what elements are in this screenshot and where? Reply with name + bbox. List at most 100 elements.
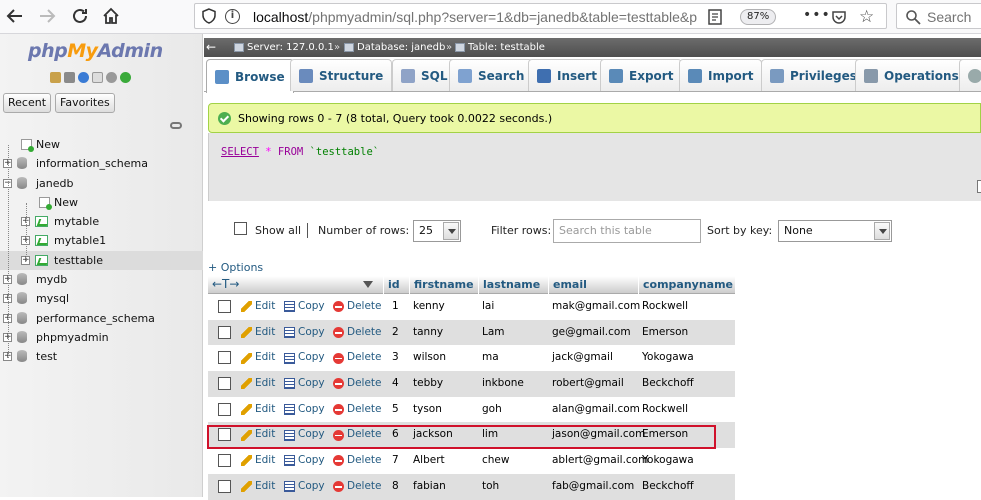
tree-item-label[interactable]: janedb bbox=[36, 174, 74, 193]
copy-label[interactable]: Copy bbox=[298, 371, 325, 397]
copy-row-link[interactable]: Copy bbox=[284, 397, 325, 423]
edit-row-link[interactable]: Edit bbox=[241, 294, 275, 320]
show-all-label[interactable]: Show all bbox=[255, 224, 301, 237]
options-link[interactable]: + Options bbox=[208, 261, 263, 274]
cell-companyname[interactable]: Yokogawa bbox=[638, 448, 694, 474]
delete-row-link[interactable]: Delete bbox=[333, 320, 382, 346]
back-arrow-icon[interactable] bbox=[2, 4, 28, 28]
row-checkbox[interactable] bbox=[218, 325, 231, 339]
row-checkbox[interactable] bbox=[218, 479, 231, 493]
cell-companyname[interactable]: Beckchoff bbox=[638, 474, 694, 500]
tree-item-label[interactable]: mytable bbox=[54, 212, 99, 231]
cell-email[interactable]: robert@gmail bbox=[548, 371, 624, 397]
delete-label[interactable]: Delete bbox=[347, 371, 382, 397]
zoom-level-badge[interactable]: 87% bbox=[740, 9, 777, 25]
address-bar[interactable]: i localhost/phpmyadmin/sql.php?server=1&… bbox=[194, 3, 887, 29]
cell-email[interactable]: jason@gmail.com bbox=[548, 422, 645, 448]
row-checkbox[interactable] bbox=[218, 300, 231, 313]
copy-row-link[interactable]: Copy bbox=[284, 371, 325, 397]
edit-label[interactable]: Edit bbox=[255, 320, 275, 346]
cell-id[interactable]: 2 bbox=[388, 320, 399, 346]
cell-firstname[interactable]: fabian bbox=[409, 474, 446, 500]
sort-by-key-select[interactable]: None bbox=[778, 220, 892, 242]
delete-row-link[interactable]: Delete bbox=[333, 422, 382, 448]
phpmyadmin-logo[interactable]: phpMyAdmin bbox=[28, 40, 163, 62]
reload-navigation-icon[interactable] bbox=[120, 72, 131, 83]
reader-view-icon[interactable] bbox=[707, 9, 723, 25]
tab-more[interactable] bbox=[959, 59, 981, 91]
delete-row-link[interactable]: Delete bbox=[333, 448, 382, 474]
tree-item-information-schema[interactable]: + information_schema bbox=[0, 154, 203, 173]
cell-firstname[interactable]: jackson bbox=[409, 422, 453, 448]
cell-firstname[interactable]: wilson bbox=[409, 345, 446, 371]
cell-lastname[interactable]: toh bbox=[478, 474, 499, 500]
documentation-icon[interactable] bbox=[92, 72, 103, 83]
column-header-email[interactable]: email bbox=[548, 276, 638, 294]
delete-row-link[interactable]: Delete bbox=[333, 371, 382, 397]
delete-label[interactable]: Delete bbox=[347, 448, 382, 474]
cell-id[interactable]: 3 bbox=[388, 345, 399, 371]
tree-item-new[interactable]: New bbox=[0, 193, 203, 212]
cell-email[interactable]: mak@gmail.com bbox=[548, 294, 640, 320]
delete-label[interactable]: Delete bbox=[347, 294, 382, 320]
home-icon[interactable] bbox=[98, 4, 124, 28]
edit-label[interactable]: Edit bbox=[255, 294, 275, 320]
tab-structure[interactable]: Structure bbox=[290, 59, 393, 91]
delete-label[interactable]: Delete bbox=[347, 422, 382, 448]
delete-row-link[interactable]: Delete bbox=[333, 345, 382, 371]
tree-item-label[interactable]: information_schema bbox=[36, 154, 148, 173]
row-checkbox[interactable] bbox=[218, 351, 231, 365]
cell-lastname[interactable]: goh bbox=[478, 397, 502, 423]
tree-item-label[interactable]: mydb bbox=[36, 270, 67, 289]
cell-id[interactable]: 7 bbox=[388, 448, 399, 474]
edit-label[interactable]: Edit bbox=[255, 345, 275, 371]
tree-item-label[interactable]: mytable1 bbox=[54, 231, 106, 250]
edit-label[interactable]: Edit bbox=[255, 397, 275, 423]
delete-row-link[interactable]: Delete bbox=[333, 397, 382, 423]
copy-label[interactable]: Copy bbox=[298, 474, 325, 500]
copy-row-link[interactable]: Copy bbox=[284, 422, 325, 448]
tab-import[interactable]: Import bbox=[679, 59, 763, 91]
pocket-icon[interactable] bbox=[831, 9, 847, 25]
tree-item-label[interactable]: New bbox=[36, 135, 60, 154]
column-header-companyname[interactable]: companyname bbox=[638, 276, 735, 294]
row-checkbox[interactable] bbox=[218, 402, 231, 416]
tab-sql[interactable]: SQL bbox=[392, 59, 457, 91]
row-checkbox[interactable] bbox=[218, 428, 231, 442]
cell-id[interactable]: 4 bbox=[388, 371, 399, 397]
tab-search[interactable]: Search bbox=[449, 59, 534, 91]
edit-row-link[interactable]: Edit bbox=[241, 448, 275, 474]
cell-email[interactable]: ablert@gmail.com bbox=[548, 448, 648, 474]
edit-label[interactable]: Edit bbox=[255, 371, 275, 397]
cell-lastname[interactable]: lai bbox=[478, 294, 494, 320]
cell-email[interactable]: fab@gmail.com bbox=[548, 474, 634, 500]
tree-item-new[interactable]: New bbox=[0, 135, 203, 154]
browser-search-box[interactable]: Search bbox=[896, 3, 981, 29]
tab-browse[interactable]: Browse bbox=[206, 59, 294, 93]
delete-label[interactable]: Delete bbox=[347, 474, 382, 500]
copy-label[interactable]: Copy bbox=[298, 320, 325, 346]
tree-item-mytable1[interactable]: + mytable1 bbox=[0, 231, 203, 250]
recent-tables-button[interactable]: Recent bbox=[3, 93, 52, 113]
tree-item-label[interactable]: New bbox=[54, 193, 78, 212]
tree-item-label[interactable]: phpmyadmin bbox=[36, 328, 109, 347]
cell-companyname[interactable]: Rockwell bbox=[638, 294, 688, 320]
tree-item-label[interactable]: test bbox=[36, 347, 57, 366]
column-header-lastname[interactable]: lastname bbox=[478, 276, 548, 294]
column-header-firstname[interactable]: firstname bbox=[409, 276, 478, 294]
tab-insert[interactable]: Insert bbox=[528, 59, 606, 91]
copy-row-link[interactable]: Copy bbox=[284, 294, 325, 320]
cell-id[interactable]: 5 bbox=[388, 397, 399, 423]
column-header-id[interactable]: id bbox=[383, 276, 409, 294]
cell-id[interactable]: 8 bbox=[388, 474, 399, 500]
cell-lastname[interactable]: lim bbox=[478, 422, 498, 448]
column-arrows-icon[interactable]: ←T→ bbox=[212, 277, 239, 291]
breadcrumb-database[interactable]: Database: janedb bbox=[344, 38, 445, 57]
copy-row-link[interactable]: Copy bbox=[284, 345, 325, 371]
settings-gear-icon[interactable] bbox=[106, 72, 117, 83]
cell-firstname[interactable]: tyson bbox=[409, 397, 442, 423]
edit-row-link[interactable]: Edit bbox=[241, 474, 275, 500]
breadcrumb-table[interactable]: Table: testtable bbox=[455, 38, 545, 57]
tree-item-label[interactable]: mysql bbox=[36, 289, 69, 308]
delete-row-link[interactable]: Delete bbox=[333, 294, 382, 320]
